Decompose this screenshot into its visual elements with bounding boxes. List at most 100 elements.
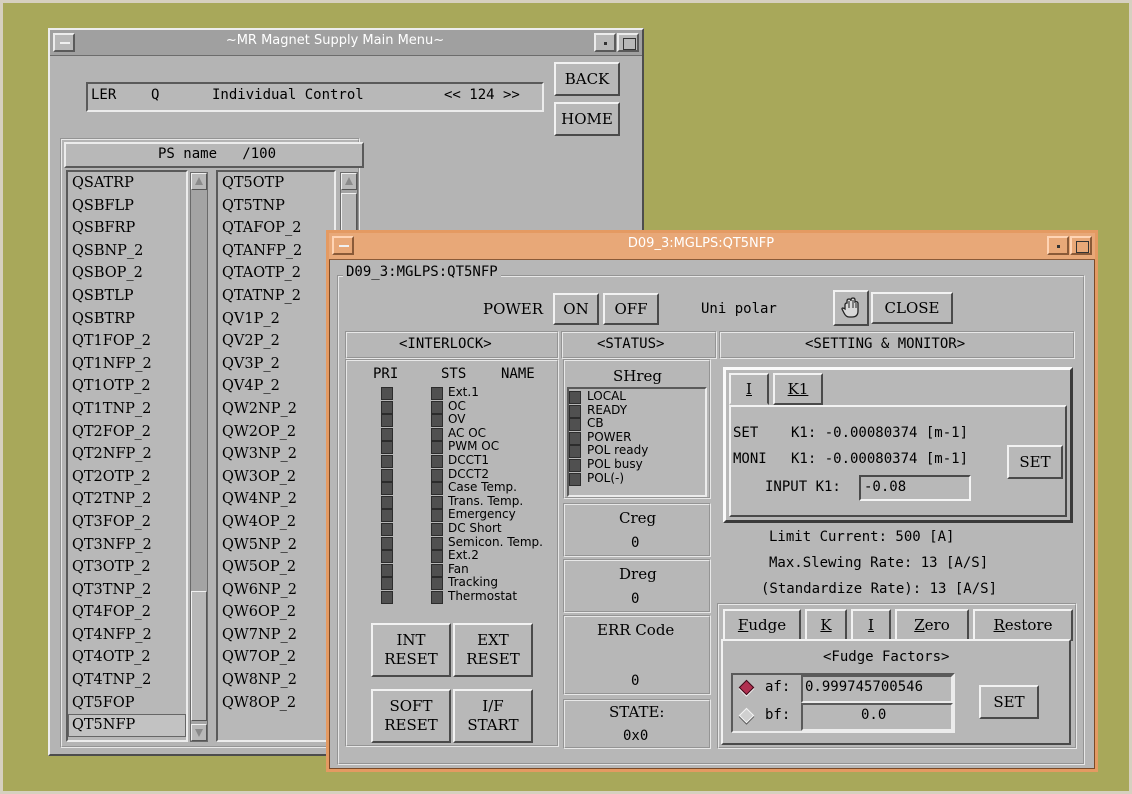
list-item[interactable]: QW5OP_2 bbox=[218, 556, 334, 579]
list-item[interactable]: QT1NFP_2 bbox=[68, 353, 186, 376]
list-item[interactable]: QSATRP bbox=[68, 172, 186, 195]
list-item[interactable]: QTANFP_2 bbox=[218, 240, 334, 263]
input-k1-field[interactable]: -0.08 bbox=[859, 475, 971, 501]
shreg-bit-indicator bbox=[569, 418, 581, 432]
list-item[interactable]: QW6OP_2 bbox=[218, 601, 334, 624]
list-item[interactable]: QTAOTP_2 bbox=[218, 262, 334, 285]
list-item[interactable]: QW3OP_2 bbox=[218, 466, 334, 489]
list-item[interactable]: QW7NP_2 bbox=[218, 624, 334, 647]
tab-i-fudge[interactable]: I bbox=[851, 609, 891, 641]
list-item[interactable]: QW3NP_2 bbox=[218, 443, 334, 466]
ring-label: LER bbox=[91, 87, 117, 103]
tab-k[interactable]: K bbox=[805, 609, 847, 641]
int-reset-button[interactable]: INT RESET bbox=[371, 623, 451, 677]
polarity-label: Uni polar bbox=[701, 301, 777, 317]
list-item[interactable]: QT4OTP_2 bbox=[68, 646, 186, 669]
list-item[interactable]: QT2TNP_2 bbox=[68, 488, 186, 511]
list-item[interactable]: QT4TNP_2 bbox=[68, 669, 186, 692]
list-item[interactable]: QT3OTP_2 bbox=[68, 556, 186, 579]
list-item[interactable]: QT3NFP_2 bbox=[68, 534, 186, 557]
list-item[interactable]: QW6NP_2 bbox=[218, 579, 334, 602]
list-item[interactable]: QW2OP_2 bbox=[218, 421, 334, 444]
close-icon-button[interactable] bbox=[833, 290, 869, 326]
tab-i[interactable]: I bbox=[729, 373, 769, 405]
home-button[interactable]: HOME bbox=[554, 102, 620, 136]
sts-indicator bbox=[431, 550, 443, 564]
ps-name-list-2[interactable]: QT5OTP QT5TNP QTAFOP_2 QTANFP_2 QTAOTP_2 QTAT… bbox=[216, 170, 336, 742]
list-item[interactable]: QW8NP_2 bbox=[218, 669, 334, 692]
shreg-bit-indicator bbox=[569, 459, 581, 472]
list-item[interactable]: QSBFRP bbox=[68, 217, 186, 240]
maximize-icon[interactable] bbox=[1070, 236, 1092, 255]
scroll-thumb[interactable] bbox=[191, 591, 207, 721]
fudge-set-button[interactable]: SET bbox=[979, 685, 1039, 719]
interlock-header: <INTERLOCK> bbox=[399, 336, 492, 352]
power-off-button[interactable]: OFF bbox=[603, 293, 659, 325]
page-pager[interactable]: << 124 >> bbox=[444, 87, 520, 103]
scroll-down-arrow-icon[interactable] bbox=[191, 724, 207, 741]
list-item[interactable]: QV3P_2 bbox=[218, 353, 334, 376]
list-item[interactable]: QTAFOP_2 bbox=[218, 217, 334, 240]
tab-k-label: K bbox=[820, 616, 832, 634]
list-item[interactable]: QT3TNP_2 bbox=[68, 579, 186, 602]
list-item[interactable]: QW2NP_2 bbox=[218, 398, 334, 421]
power-on-button[interactable]: ON bbox=[553, 293, 599, 325]
list-item[interactable]: QT4FOP_2 bbox=[68, 601, 186, 624]
close-button[interactable]: CLOSE bbox=[871, 292, 953, 324]
if-start-button[interactable]: I/F START bbox=[453, 689, 533, 743]
minimize-icon[interactable] bbox=[1047, 236, 1069, 255]
list-item[interactable]: QT2NFP_2 bbox=[68, 443, 186, 466]
list-item[interactable]: QT4NFP_2 bbox=[68, 624, 186, 647]
sts-indicator bbox=[431, 591, 443, 604]
list-item[interactable]: QT3FOP_2 bbox=[68, 511, 186, 534]
window-menu-icon[interactable] bbox=[53, 33, 75, 52]
list-item[interactable]: QW4OP_2 bbox=[218, 511, 334, 534]
back-button[interactable]: BACK bbox=[554, 62, 620, 96]
list-item[interactable]: QTATNP_2 bbox=[218, 285, 334, 308]
maximize-icon[interactable] bbox=[617, 33, 639, 52]
main-menu-titlebar[interactable]: ~MR Magnet Supply Main Menu~ bbox=[50, 30, 642, 56]
tab-k1[interactable]: K1 bbox=[773, 373, 823, 405]
set-value-line: K1: -0.00080374 [m-1] bbox=[791, 425, 969, 441]
list-item[interactable]: QT1TNP_2 bbox=[68, 398, 186, 421]
list-item[interactable]: QT1OTP_2 bbox=[68, 375, 186, 398]
tab-zero-label: Zero bbox=[914, 616, 950, 634]
ps-name-list-1[interactable]: QSATRP QSBFLP QSBFRP QSBNP_2 QSBOP_2 QSBTLP QS… bbox=[66, 170, 188, 742]
sts-indicator bbox=[431, 482, 443, 496]
tab-fudge[interactable]: Fudge bbox=[723, 609, 801, 641]
list-item[interactable]: QW8OP_2 bbox=[218, 692, 334, 715]
list-item[interactable]: QV2P_2 bbox=[218, 330, 334, 353]
window-menu-icon[interactable] bbox=[332, 236, 354, 255]
list-item[interactable]: QSBTLP bbox=[68, 285, 186, 308]
list1-scrollbar[interactable] bbox=[190, 172, 208, 742]
list-item[interactable]: QT2FOP_2 bbox=[68, 421, 186, 444]
list-item[interactable]: QT5NFP bbox=[68, 714, 186, 737]
scroll-up-arrow-icon[interactable] bbox=[191, 173, 207, 190]
hand-icon bbox=[841, 297, 859, 318]
list-item[interactable]: QSBTRP bbox=[68, 308, 186, 331]
ps-titlebar[interactable]: D09_3:MGLPS:QT5NFP bbox=[329, 233, 1095, 260]
tab-restore[interactable]: Restore bbox=[973, 609, 1073, 641]
scroll-up-arrow-icon[interactable] bbox=[341, 173, 357, 190]
list-item[interactable]: QT5TNP bbox=[218, 195, 334, 218]
list-item[interactable]: QSBFLP bbox=[68, 195, 186, 218]
list-item[interactable]: QT2OTP_2 bbox=[68, 466, 186, 489]
list-item[interactable]: QSBNP_2 bbox=[68, 240, 186, 263]
list-item[interactable]: QT1FOP_2 bbox=[68, 330, 186, 353]
list-item[interactable]: QV4P_2 bbox=[218, 375, 334, 398]
tab-zero[interactable]: Zero bbox=[895, 609, 969, 641]
soft-reset-button[interactable]: SOFT RESET bbox=[371, 689, 451, 743]
list-item[interactable]: QT5OTP bbox=[218, 172, 334, 195]
interlock-name: OC bbox=[448, 398, 466, 413]
list-item[interactable]: QW5NP_2 bbox=[218, 534, 334, 557]
list-item[interactable]: QV1P_2 bbox=[218, 308, 334, 331]
list-item[interactable]: QT5FOP bbox=[68, 692, 186, 715]
list-item[interactable]: QW4NP_2 bbox=[218, 488, 334, 511]
list-item[interactable]: QSBOP_2 bbox=[68, 262, 186, 285]
minimize-icon[interactable] bbox=[594, 33, 616, 52]
list-item[interactable]: QW7OP_2 bbox=[218, 646, 334, 669]
sts-indicator bbox=[431, 536, 443, 550]
ext-reset-button[interactable]: EXT RESET bbox=[453, 623, 533, 677]
set-k1-button[interactable]: SET bbox=[1007, 445, 1063, 479]
tab-restore-label: Restore bbox=[993, 616, 1053, 634]
